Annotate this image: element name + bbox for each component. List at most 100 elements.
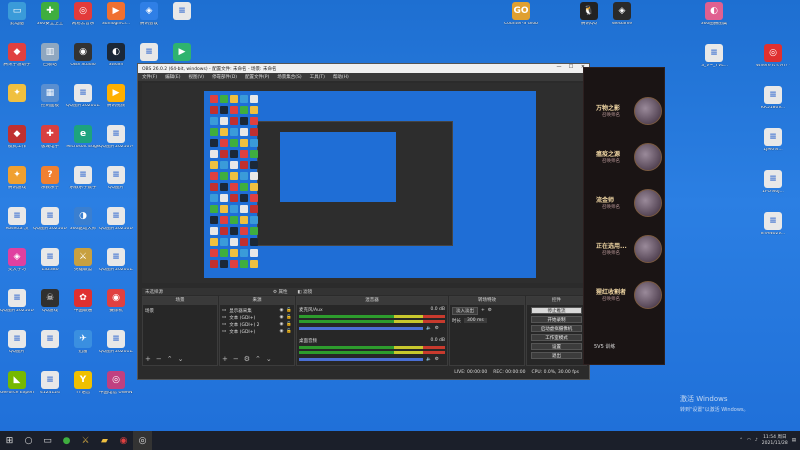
desktop-icon-41[interactable]: ≡ 4124124 xyxy=(35,371,65,396)
control-button-1[interactable]: 开始录制 xyxy=(531,316,582,323)
desktop-icon-right-4[interactable]: ◎ Where It's AT? - Wiki... xyxy=(756,44,790,69)
desktop-icon-4[interactable]: ◈ 腾讯会议 xyxy=(134,2,164,27)
gear-icon[interactable]: ⚙ xyxy=(244,355,250,363)
desktop-icon-35[interactable]: ◉ 摄像机 xyxy=(101,289,131,314)
game-taskbar-icon[interactable]: ⚔ xyxy=(76,431,95,450)
remove-icon[interactable]: − xyxy=(156,355,162,363)
desktop-icon-11[interactable]: ▶ xyxy=(167,43,197,63)
desktop-icon-right-8[interactable]: ≡ 1FO%0J... xyxy=(758,170,788,195)
desktop-icon-33[interactable]: ☠ QQ游戏 xyxy=(35,289,65,314)
down-icon[interactable]: ⌄ xyxy=(178,355,184,363)
volume-slider[interactable] xyxy=(299,358,424,361)
add-icon[interactable]: + xyxy=(481,308,485,313)
desktop-icon-2[interactable]: ◎ 网易云音乐 xyxy=(68,2,98,27)
control-button-2[interactable]: 启动虚拟摄像机 xyxy=(531,325,582,332)
desktop-icon-29[interactable]: ≡ 132380 xyxy=(35,248,65,273)
visibility-eye-icon[interactable]: ◉ xyxy=(279,315,283,320)
desktop-icon-right-1[interactable]: 🐧 腾讯QQ xyxy=(574,2,604,27)
desktop-icon-39[interactable]: ≡ QQ图片20201126... xyxy=(99,330,133,355)
chrome-taskbar-icon[interactable]: ◉ xyxy=(114,431,133,450)
menu-item-4[interactable]: 配置文件(P) xyxy=(245,74,269,80)
desktop-icon-14[interactable]: ≡ QQ图片20201121... xyxy=(66,84,100,109)
desktop-icon-27[interactable]: ≡ QQ图片20210108... xyxy=(99,207,133,232)
gear-icon[interactable]: ⚙ xyxy=(488,308,492,313)
desktop-icon-right-2[interactable]: ◈ WeGame xyxy=(607,2,637,27)
desktop-icon-30[interactable]: ⚔ 英雄联盟 xyxy=(68,248,98,273)
desktop-icon-right-7[interactable]: ≡ 1JM6%... xyxy=(758,128,788,153)
menu-item-2[interactable]: 视图(V) xyxy=(188,74,204,80)
browser-taskbar-icon[interactable]: ● xyxy=(57,431,76,450)
desktop-icon-26[interactable]: ◑ 360驱动大师 xyxy=(68,207,98,232)
obs-window[interactable]: OBS 26.0.2 (64-bit, windows) - 配置文件: 未命名… xyxy=(137,63,590,380)
desktop-icon-42[interactable]: Y YY语音 xyxy=(68,371,98,396)
visibility-eye-icon[interactable]: ◉ xyxy=(279,322,283,327)
menu-item-6[interactable]: 工具(T) xyxy=(310,74,325,80)
desktop-icon-36[interactable]: ≡ QQ图片 xyxy=(2,330,32,355)
lock-icon[interactable]: 🔓 xyxy=(286,329,292,334)
up-icon[interactable]: ⌃ xyxy=(167,355,173,363)
control-button-4[interactable]: 设置 xyxy=(531,343,582,350)
player-slot[interactable]: 流金师 召唤师名 xyxy=(584,186,666,220)
source-item[interactable]: ▭ 文本 (GDI+) 2 ◉ 🔓 xyxy=(222,321,292,328)
source-item[interactable]: ▭ 显示器采集 ◉ 🔓 xyxy=(222,307,292,314)
desktop-icon-21[interactable]: ? 乐教乐学 xyxy=(35,166,65,191)
desktop-icon-8[interactable]: ◉ OBS Studio xyxy=(68,43,98,68)
maximize-icon[interactable]: ☐ xyxy=(565,64,577,70)
menu-item-5[interactable]: 场景集合(S) xyxy=(277,74,301,80)
desktop-icon-12[interactable]: ✦ xyxy=(2,84,32,104)
desktop-icon-23[interactable]: ≡ QQ图片 xyxy=(101,166,131,191)
desktop-icon-16[interactable]: ◆ 模式工作 xyxy=(2,125,32,150)
volume-slider[interactable] xyxy=(299,327,424,330)
player-slot[interactable]: 猩红收割者 召唤师名 xyxy=(584,278,666,312)
desktop-icon-right-9[interactable]: ≡ 8YAN02V... xyxy=(758,212,788,237)
scene-item[interactable]: 场景 xyxy=(145,307,215,314)
desktop-icon-22[interactable]: ≡ 乐教乐学数字 xyxy=(68,166,98,191)
transition-select[interactable]: 淡入淡出 xyxy=(452,306,478,315)
windows-start-icon[interactable]: ⊞ xyxy=(0,431,19,450)
speaker-icon[interactable]: 🔈 xyxy=(426,326,432,331)
tray-chevron-icon[interactable]: ⌃ xyxy=(739,438,743,443)
down-icon[interactable]: ⌄ xyxy=(266,355,272,363)
desktop-icon-34[interactable]: ✿ 中国联通 xyxy=(68,289,98,314)
desktop-icon-25[interactable]: ≡ QQ图片20210107... xyxy=(33,207,67,232)
desktop-icon-6[interactable]: ◆ 腾讯手游助手 xyxy=(2,43,32,68)
source-item[interactable]: ▭ 文本 (GDI+) ◉ 🔓 xyxy=(222,328,292,335)
filters-button[interactable]: ◧ 滤镜 xyxy=(297,289,312,295)
player-slot[interactable]: 万物之影 召唤师名 xyxy=(584,94,666,128)
desktop-icon-13[interactable]: ▦ 控制面板 xyxy=(35,84,65,109)
notification-icon[interactable]: ▤ xyxy=(792,438,796,443)
properties-button[interactable]: ⚙ 属性 xyxy=(273,289,287,295)
minimize-icon[interactable]: — xyxy=(553,64,565,70)
desktop-icon-1[interactable]: ✚ 360安全卫士 xyxy=(35,2,65,27)
task-view-icon[interactable]: ▭ xyxy=(38,431,57,450)
speaker-icon[interactable]: 🔈 xyxy=(426,357,432,362)
player-slot[interactable]: 瘟疫之源 召唤师名 xyxy=(584,140,666,174)
desktop-icon-right-5[interactable]: ≡ '3_V~_YVL... xyxy=(699,44,729,69)
desktop-icon-right-3[interactable]: ◐ 360画报图集 xyxy=(699,2,729,27)
menu-item-3[interactable]: 停靠部件(D) xyxy=(212,74,237,80)
taskbar-clock[interactable]: 11:54 周日 2021/11/28 xyxy=(762,435,788,446)
source-item[interactable]: ▭ 文本 (GDI+) ◉ 🔓 xyxy=(222,314,292,321)
game-lobby-panel[interactable]: 5V5 训练 万物之影 召唤师名 瘟疫之源 召唤师名 流金师 召唤师名 正在选用... 召唤师… xyxy=(583,67,665,365)
desktop-icon-19[interactable]: ≡ QQ图片20210705... xyxy=(99,125,133,150)
desktop-icon-32[interactable]: ≡ QQ图片20210107... xyxy=(0,289,34,314)
gear-icon[interactable]: ⚙ xyxy=(435,357,439,362)
lock-icon[interactable]: 🔓 xyxy=(286,308,292,313)
network-icon[interactable]: ◠ xyxy=(747,438,751,443)
desktop-icon-18[interactable]: e Microsoft Edge xyxy=(66,125,100,150)
desktop-icon-9[interactable]: ◐ Steam xyxy=(101,43,131,68)
obs-preview[interactable] xyxy=(142,83,587,283)
visibility-eye-icon[interactable]: ◉ xyxy=(279,308,283,313)
control-button-0[interactable]: 停止推流 xyxy=(531,307,582,314)
desktop-icon-7[interactable]: ▥ 回收站 xyxy=(35,43,65,68)
desktop-icon-24[interactable]: ≡ Rosetta 汉 xyxy=(2,207,32,232)
player-slot[interactable]: 正在选用... 召唤师名 xyxy=(584,232,666,266)
lock-icon[interactable]: 🔓 xyxy=(286,322,292,327)
desktop-icon-5[interactable]: ≡ xyxy=(167,2,197,22)
add-icon[interactable]: + xyxy=(145,355,151,363)
desktop-icon-20[interactable]: ✦ 腾讯游戏 xyxy=(2,166,32,191)
desktop-icon-40[interactable]: ◣ GeForce Experience xyxy=(0,371,34,396)
desktop-icon-31[interactable]: ≡ QQ图片20201127... xyxy=(99,248,133,273)
gear-icon[interactable]: ⚙ xyxy=(435,326,439,331)
control-button-5[interactable]: 退出 xyxy=(531,352,582,359)
